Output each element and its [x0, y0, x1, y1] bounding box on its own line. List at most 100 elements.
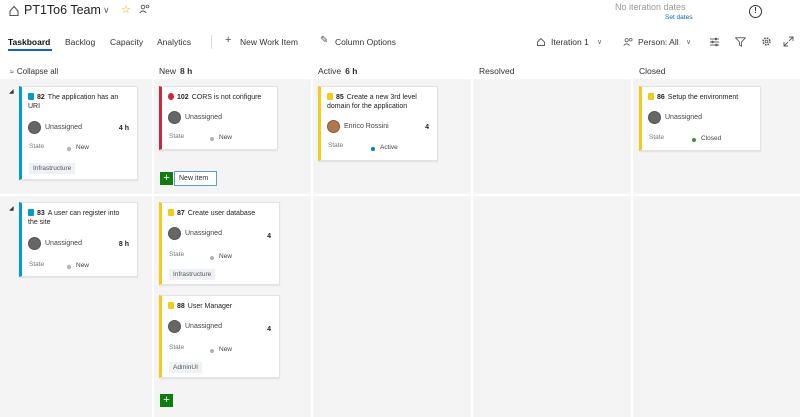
- assignee[interactable]: Unassigned: [185, 114, 222, 121]
- card-id: 88: [177, 303, 185, 310]
- collapse-all-button[interactable]: ≈ Collapse all: [10, 67, 58, 76]
- card-title-text[interactable]: User Manager: [188, 303, 232, 310]
- task-card-86[interactable]: 86 Setup the environment Unassigned State…: [639, 86, 761, 151]
- tab-capacity[interactable]: Capacity: [110, 37, 143, 47]
- board-cell: [473, 196, 631, 417]
- column-name: Resolved: [479, 66, 515, 76]
- column-name: Active: [318, 66, 342, 76]
- column-header-resolved: Resolved: [479, 66, 514, 76]
- avatar: [28, 121, 41, 134]
- new-item-label: New item: [179, 175, 209, 182]
- chevron-down-icon[interactable]: ∨: [103, 5, 110, 16]
- column-name: New: [159, 66, 177, 76]
- card-title: 83 A user can register into the site: [28, 209, 131, 227]
- add-task-button[interactable]: +: [160, 394, 173, 407]
- avatar: [168, 227, 181, 240]
- card-title-text[interactable]: CORS is not configure: [192, 94, 262, 101]
- plus-icon[interactable]: +: [225, 34, 231, 46]
- state-dot: [371, 147, 375, 151]
- story-card-82[interactable]: 82 The application has an URI Unassigned …: [19, 86, 138, 180]
- iteration-dates: No iteration dates: [615, 2, 686, 12]
- add-task-button[interactable]: +: [160, 172, 173, 185]
- column-header-new: New 8 h: [159, 66, 192, 76]
- pencil-icon[interactable]: ✎: [320, 35, 328, 46]
- user-story-icon: [28, 93, 34, 100]
- board-cell: [633, 196, 800, 417]
- avatar: [168, 320, 181, 333]
- state-label: State: [169, 251, 185, 258]
- task-icon: [327, 93, 333, 100]
- people-icon[interactable]: [139, 4, 151, 14]
- state-dot: [210, 256, 214, 260]
- tab-taskboard[interactable]: Taskboard: [8, 37, 50, 47]
- task-card-87[interactable]: 87 Create user database Unassigned 4 Stat…: [159, 202, 280, 285]
- state-value[interactable]: New: [219, 346, 232, 353]
- new-work-item-button[interactable]: New Work Item: [240, 37, 298, 47]
- column-hours: 6 h: [345, 66, 358, 76]
- card-title-text[interactable]: Create user database: [188, 210, 255, 217]
- state-label: State: [169, 133, 185, 140]
- state-value[interactable]: New: [219, 134, 232, 141]
- column-options-button[interactable]: Column Options: [335, 37, 396, 47]
- active-tab-indicator: [8, 49, 52, 51]
- state-value[interactable]: Active: [380, 144, 398, 151]
- board-cell: [313, 196, 471, 417]
- remaining-work: 4 h: [118, 125, 129, 132]
- state-dot: [692, 138, 696, 142]
- state-label: State: [649, 134, 665, 141]
- task-icon: [168, 209, 174, 216]
- state-value[interactable]: Closed: [701, 135, 721, 142]
- state-label: State: [169, 344, 185, 351]
- card-id: 87: [177, 210, 185, 217]
- state-dot: [67, 265, 71, 269]
- bug-card-102[interactable]: 102 CORS is not configure Unassigned Stat…: [159, 86, 278, 150]
- card-title-text[interactable]: Setup the environment: [668, 94, 738, 101]
- state-value[interactable]: New: [219, 253, 232, 260]
- new-item-input[interactable]: New item: [174, 171, 217, 186]
- iteration-picker[interactable]: Iteration 1: [551, 37, 589, 47]
- expand-icon[interactable]: [783, 36, 794, 47]
- task-card-88[interactable]: 88 User Manager Unassigned 4 State New Ad…: [159, 295, 280, 378]
- bug-icon: [168, 93, 174, 100]
- gear-icon[interactable]: [761, 36, 772, 47]
- state-value[interactable]: New: [76, 262, 89, 269]
- tag[interactable]: Infrastructure: [169, 269, 216, 280]
- assignee[interactable]: Unassigned: [185, 230, 222, 237]
- state-label: State: [29, 261, 45, 268]
- lane-collapse-icon[interactable]: ◢: [9, 88, 14, 95]
- card-id: 102: [177, 94, 189, 101]
- collapse-icon: ≈: [10, 69, 14, 76]
- assignee[interactable]: Unassigned: [45, 240, 82, 247]
- tag[interactable]: AdminUI: [169, 362, 202, 373]
- column-header-active: Active 6 h: [318, 66, 357, 76]
- assignee[interactable]: Unassigned: [45, 124, 82, 131]
- task-card-85[interactable]: 85 Create a new 3rd level domain for the …: [318, 86, 438, 161]
- taskboard-icon: [9, 5, 19, 17]
- info-icon[interactable]: !: [749, 5, 762, 18]
- story-card-83[interactable]: 83 A user can register into the site Unas…: [19, 202, 138, 277]
- tab-backlog[interactable]: Backlog: [65, 37, 95, 47]
- chevron-down-icon[interactable]: ∨: [597, 38, 602, 46]
- remaining-work: 4: [267, 233, 271, 240]
- avatar: [648, 111, 661, 124]
- assignee[interactable]: Enrico Rossini: [344, 123, 389, 130]
- tag[interactable]: Infrastructure: [29, 163, 76, 174]
- state-dot: [210, 137, 214, 141]
- state-value[interactable]: New: [76, 144, 89, 151]
- toolbar-divider: [211, 35, 212, 49]
- team-name[interactable]: PT1To6 Team: [24, 3, 101, 17]
- star-icon[interactable]: ☆: [121, 3, 131, 16]
- filter-icon[interactable]: [735, 37, 746, 47]
- assignee[interactable]: Unassigned: [185, 323, 222, 330]
- card-title: 85 Create a new 3rd level domain for the …: [327, 93, 431, 111]
- chevron-down-icon[interactable]: ∨: [686, 38, 691, 46]
- lane-collapse-icon[interactable]: ◢: [9, 205, 14, 212]
- settings-sliders-icon[interactable]: [709, 37, 720, 47]
- column-header-closed: Closed: [639, 66, 665, 76]
- person-filter[interactable]: Person: All: [638, 37, 679, 47]
- card-id: 86: [657, 94, 665, 101]
- tab-analytics[interactable]: Analytics: [157, 37, 191, 47]
- set-dates-link[interactable]: Set dates: [665, 14, 692, 21]
- card-title: 86 Setup the environment: [648, 93, 754, 102]
- assignee[interactable]: Unassigned: [665, 114, 702, 121]
